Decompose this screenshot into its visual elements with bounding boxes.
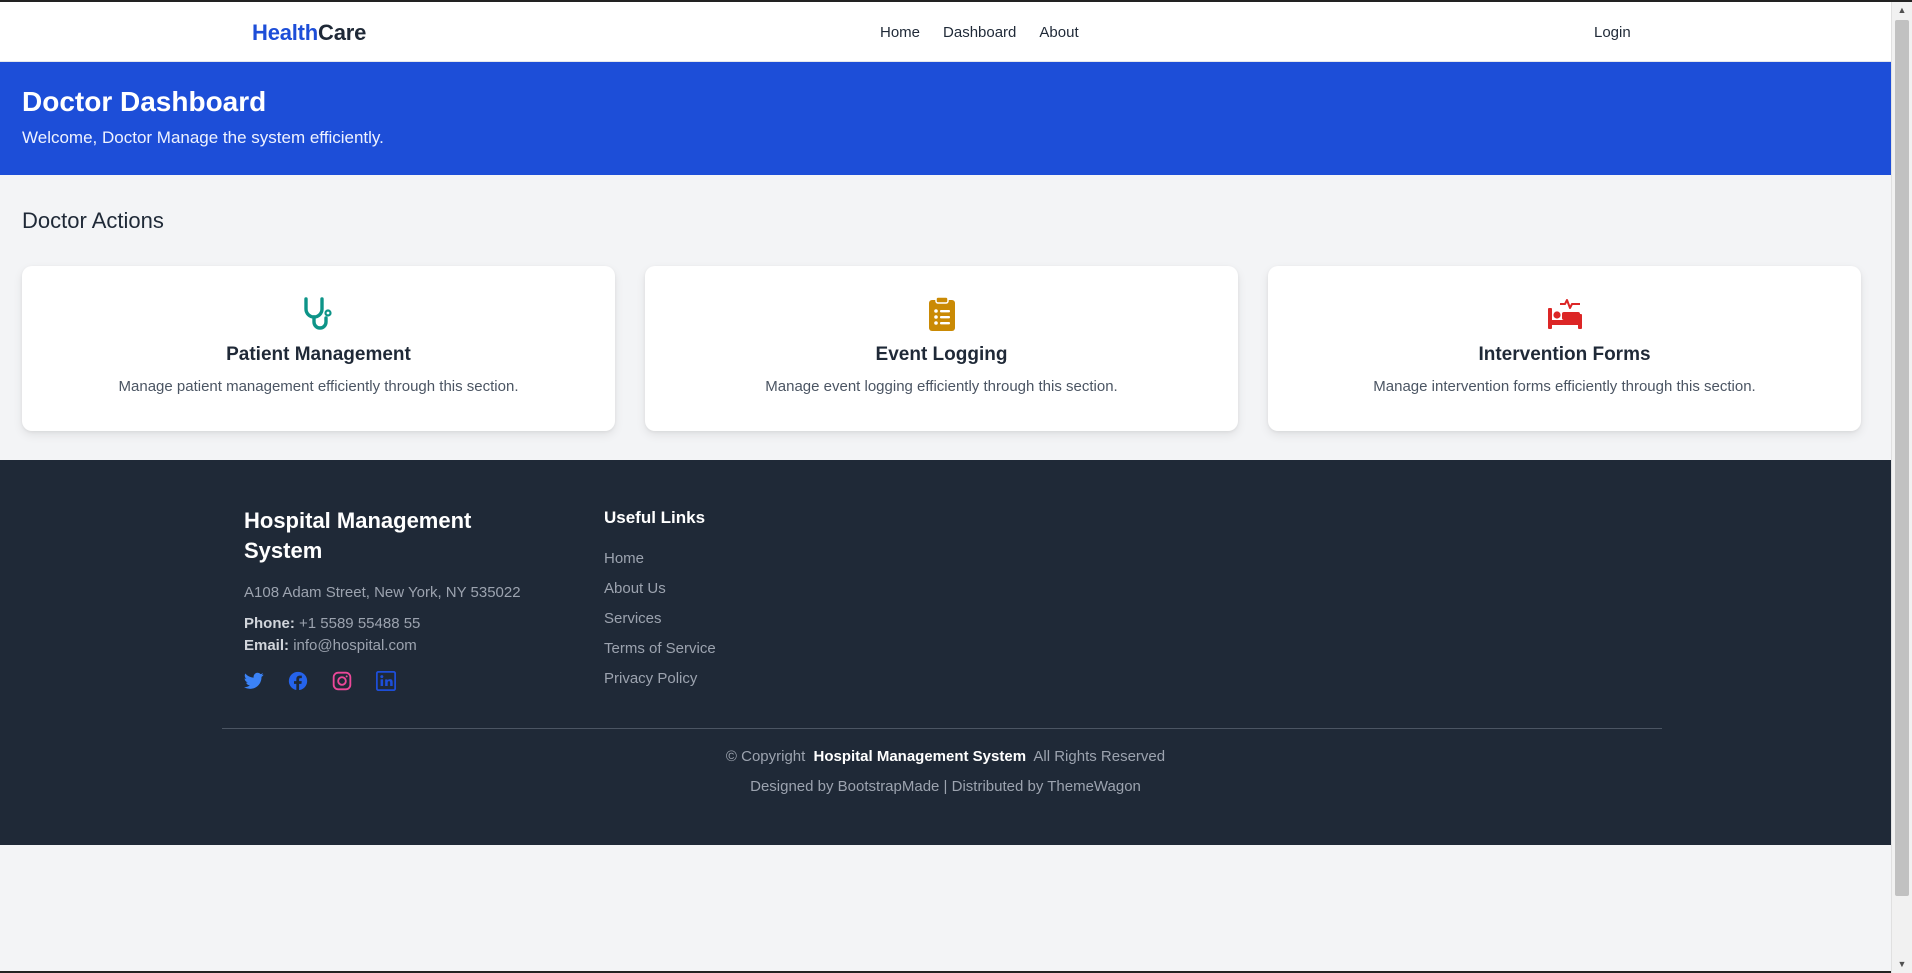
card-patient-management[interactable]: Patient Management Manage patient manage… [22, 266, 615, 431]
brand-part-care: Care [318, 20, 367, 45]
email-label: Email: [244, 637, 290, 654]
card-title: Patient Management [226, 344, 411, 365]
scroll-up-arrow-icon[interactable]: ▲ [1892, 2, 1912, 19]
useful-links-list: Home About Us Services Terms of Service … [604, 544, 716, 694]
dashboard-hero: Doctor Dashboard Welcome, Doctor Manage … [0, 62, 1891, 175]
card-title: Event Logging [875, 344, 1008, 365]
page-subtitle: Welcome, Doctor Manage the system effici… [22, 127, 384, 147]
nav-links: Home Dashboard About [880, 24, 1079, 41]
page: HealthCare Home Dashboard About Login Do… [0, 2, 1891, 973]
twitter-icon[interactable] [243, 672, 264, 695]
social-links [243, 670, 544, 696]
site-footer: Hospital Management System A108 Adam Str… [0, 460, 1891, 845]
phone-label: Phone: [244, 615, 295, 632]
card-description: Manage intervention forms efficiently th… [1373, 378, 1756, 395]
copyright-line: © Copyright Hospital Management System A… [0, 748, 1891, 765]
nav-link-home[interactable]: Home [880, 24, 920, 41]
footer-divider [222, 728, 1662, 729]
login-link[interactable]: Login [1594, 24, 1631, 41]
card-description: Manage patient management efficiently th… [118, 378, 519, 395]
browser-viewport: HealthCare Home Dashboard About Login Do… [0, 0, 1912, 973]
footer-link-privacy[interactable]: Privacy Policy [604, 664, 716, 694]
footer-address: A108 Adam Street, New York, NY 535022 [244, 584, 521, 601]
brand-logo[interactable]: HealthCare [252, 20, 366, 46]
footer-link-services[interactable]: Services [604, 604, 716, 634]
vertical-scrollbar[interactable]: ▲ ▼ [1891, 2, 1912, 973]
hospital-bed-icon [1268, 294, 1861, 334]
copyright-name: Hospital Management System [813, 748, 1027, 765]
nav-link-dashboard[interactable]: Dashboard [943, 24, 1016, 41]
phone-value: +1 5589 55488 55 [299, 615, 421, 632]
footer-title: Hospital Management System [244, 508, 472, 563]
section-heading: Doctor Actions [22, 208, 164, 233]
copyright-suffix: All Rights Reserved [1033, 748, 1166, 765]
clipboard-list-icon [645, 294, 1238, 334]
footer-link-home[interactable]: Home [604, 544, 716, 574]
footer-link-about-us[interactable]: About Us [604, 574, 716, 604]
footer-phone-row: Phone: +1 5589 55488 55 [244, 613, 544, 635]
footer-useful-links: Useful Links Home About Us Services Term… [604, 508, 716, 694]
linkedin-icon[interactable] [375, 670, 397, 696]
card-description: Manage event logging efficiently through… [765, 378, 1118, 395]
footer-contact: Phone: +1 5589 55488 55 Email: info@hosp… [244, 613, 544, 657]
footer-about: Hospital Management System A108 Adam Str… [243, 506, 544, 696]
instagram-icon[interactable] [332, 671, 352, 696]
useful-links-title: Useful Links [604, 508, 706, 527]
footer-link-terms[interactable]: Terms of Service [604, 634, 716, 664]
facebook-icon[interactable] [288, 671, 308, 696]
copyright-prefix: © Copyright [725, 748, 806, 765]
scroll-down-arrow-icon[interactable]: ▼ [1892, 956, 1912, 973]
card-intervention-forms[interactable]: Intervention Forms Manage intervention f… [1268, 266, 1861, 431]
footer-email-row: Email: info@hospital.com [244, 635, 544, 657]
card-title: Intervention Forms [1478, 344, 1651, 365]
email-value: info@hospital.com [293, 637, 417, 654]
top-navbar: HealthCare Home Dashboard About Login [0, 2, 1891, 62]
page-title: Doctor Dashboard [22, 86, 267, 117]
scrollbar-thumb[interactable] [1895, 20, 1909, 896]
card-event-logging[interactable]: Event Logging Manage event logging effic… [645, 266, 1238, 431]
doctor-actions-section: Doctor Actions Patient Management Manage… [0, 175, 1891, 460]
credits-line: Designed by BootstrapMade | Distributed … [750, 778, 1141, 795]
stethoscope-icon [22, 294, 615, 334]
action-cards: Patient Management Manage patient manage… [22, 266, 1869, 431]
nav-link-about[interactable]: About [1039, 24, 1078, 41]
brand-part-health: Health [252, 20, 319, 45]
